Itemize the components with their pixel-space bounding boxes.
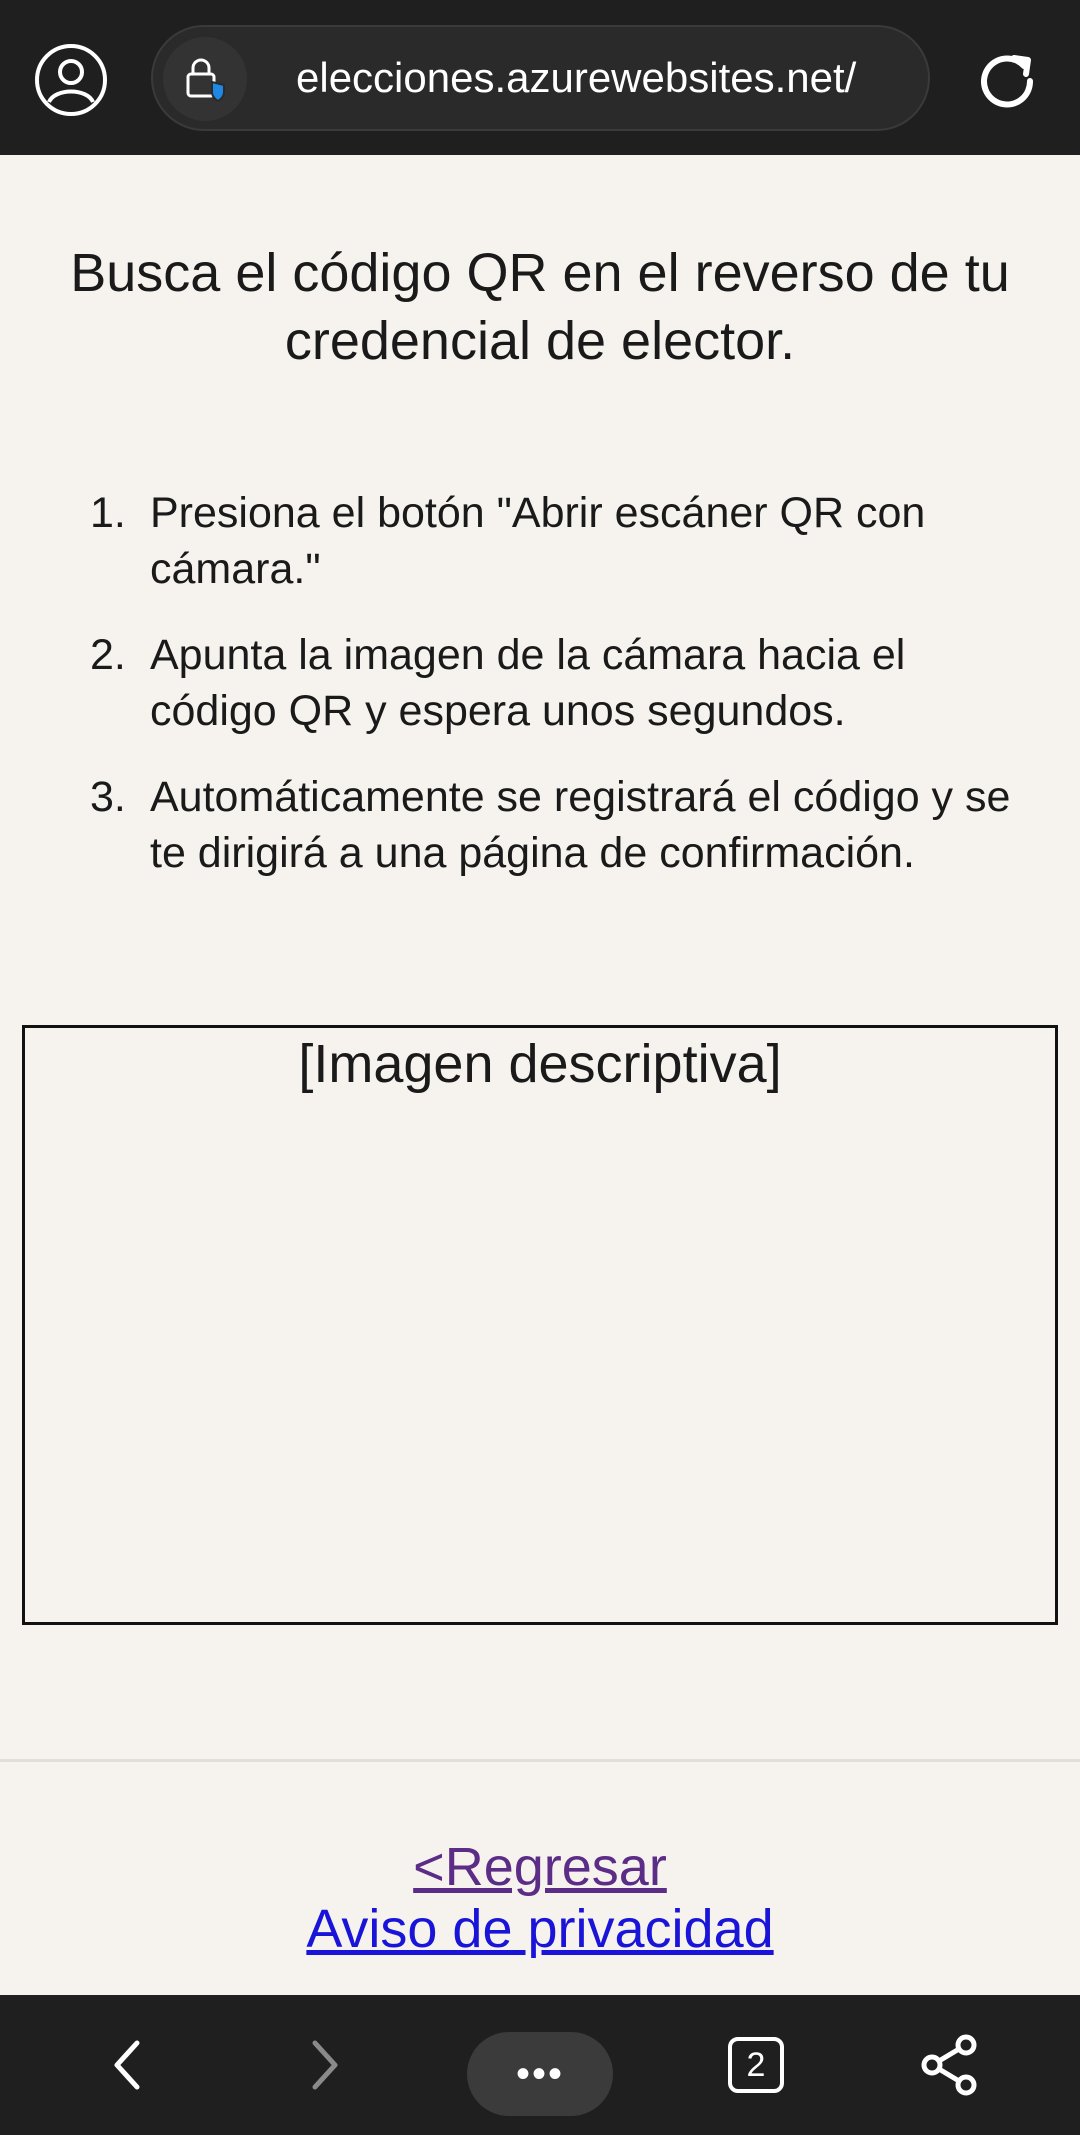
- tabs-button[interactable]: 2: [716, 2025, 796, 2105]
- share-button[interactable]: [910, 2025, 990, 2105]
- menu-button[interactable]: •••: [467, 2032, 613, 2116]
- image-alt-text: [Imagen descriptiva]: [298, 1034, 782, 1094]
- step-text: Apunta la imagen de la cámara hacia el c…: [150, 631, 906, 735]
- tab-count-badge: 2: [728, 2037, 784, 2093]
- reload-icon: [981, 55, 1034, 108]
- page-content: Busca el código QR en el reverso de tu c…: [0, 155, 1080, 1995]
- instruction-step: 3. Automáticamente se registrará el códi…: [90, 769, 1020, 881]
- step-number: 3.: [90, 773, 126, 821]
- instruction-step: 1. Presiona el botón "Abrir escáner QR c…: [90, 485, 1020, 597]
- footer-divider: [0, 1759, 1080, 1762]
- browser-top-bar: elecciones.azurewebsites.net/: [0, 0, 1080, 155]
- page-title: Busca el código QR en el reverso de tu c…: [70, 243, 1010, 371]
- step-number: 2.: [90, 631, 126, 679]
- chevron-left-icon: [114, 2040, 140, 2090]
- url-text[interactable]: elecciones.azurewebsites.net/: [296, 27, 916, 129]
- step-number: 1.: [90, 489, 126, 537]
- user-circle-icon: [35, 44, 107, 116]
- instructions-list: 1. Presiona el botón "Abrir escáner QR c…: [90, 485, 1020, 911]
- forward-button[interactable]: [284, 2025, 364, 2105]
- lock-shield-icon: [186, 58, 225, 103]
- descriptive-image-placeholder: [Imagen descriptiva]: [22, 1025, 1058, 1625]
- site-info-button[interactable]: [163, 37, 247, 121]
- step-text: Automáticamente se registrará el código …: [150, 773, 1011, 877]
- step-text: Presiona el botón "Abrir escáner QR con …: [150, 489, 926, 593]
- reload-button[interactable]: [970, 44, 1044, 118]
- browser-bottom-bar: ••• 2: [0, 1995, 1080, 2135]
- back-button[interactable]: [88, 2025, 168, 2105]
- instruction-step: 2. Apunta la imagen de la cámara hacia e…: [90, 627, 1020, 739]
- profile-button[interactable]: [33, 42, 109, 118]
- chevron-right-icon: [312, 2040, 338, 2090]
- back-link[interactable]: <Regresar: [0, 1833, 1080, 1901]
- share-icon: [921, 2034, 977, 2096]
- privacy-notice-link[interactable]: Aviso de privacidad: [0, 1895, 1080, 1963]
- address-bar[interactable]: elecciones.azurewebsites.net/: [151, 25, 930, 131]
